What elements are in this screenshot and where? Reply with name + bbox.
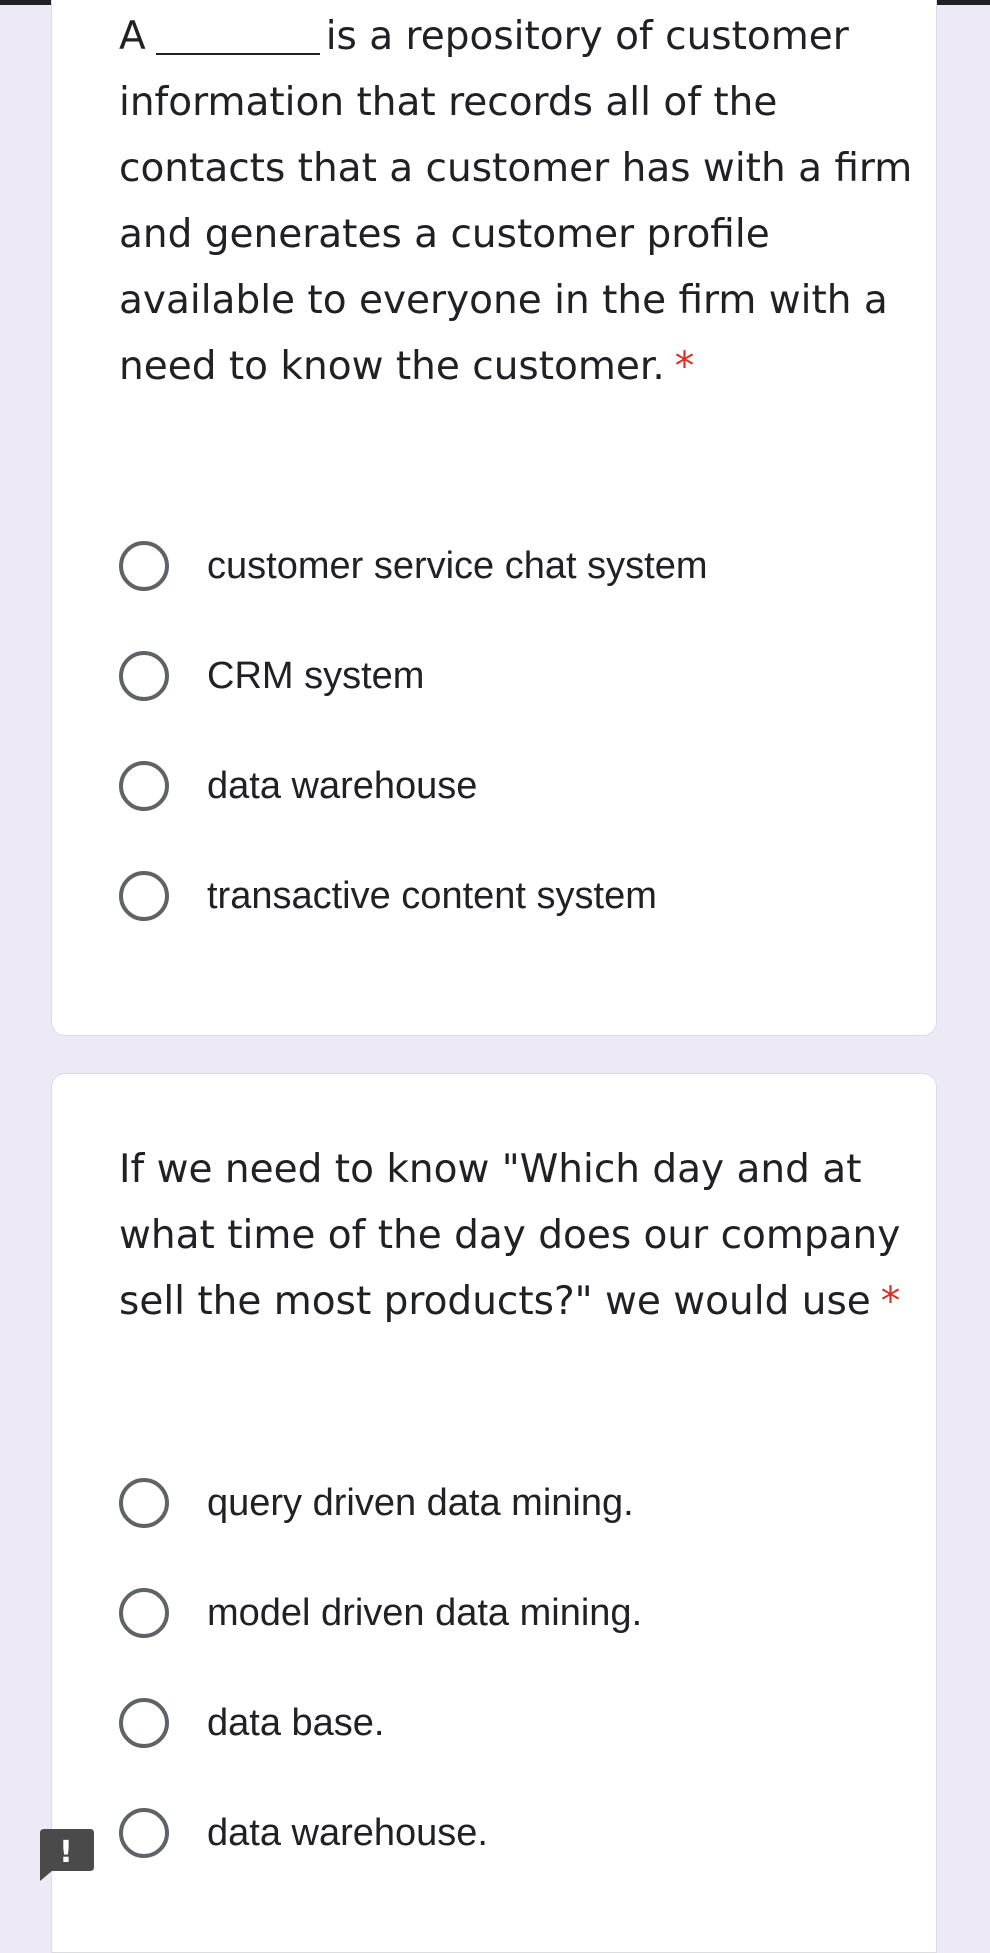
option-label[interactable]: model driven data mining. <box>207 1592 642 1635</box>
question-text: is a repository of customer information … <box>119 14 913 389</box>
option-label[interactable]: query driven data mining. <box>207 1482 634 1525</box>
radio-button[interactable] <box>119 541 169 591</box>
question-card-1: Ais a repository of customer information… <box>51 0 937 1036</box>
radio-button[interactable] <box>119 1698 169 1748</box>
radio-button[interactable] <box>119 1478 169 1528</box>
required-asterisk: * <box>674 344 695 389</box>
report-feedback-button[interactable]: ! <box>38 1829 94 1881</box>
exclamation-glyph: ! <box>59 1835 73 1870</box>
required-asterisk: * <box>880 1279 901 1324</box>
exclamation-icon: ! <box>40 1829 94 1881</box>
question-text: If we need to know "Which day and at wha… <box>119 1147 901 1324</box>
option-label[interactable]: customer service chat system <box>207 545 707 588</box>
question-card-2: If we need to know "Which day and at wha… <box>51 1073 937 1953</box>
radio-option[interactable]: customer service chat system <box>119 536 707 596</box>
radio-option[interactable]: query driven data mining. <box>119 1473 634 1533</box>
question-prefix: A <box>119 14 146 59</box>
radio-option[interactable]: data base. <box>119 1693 384 1753</box>
option-label[interactable]: data warehouse. <box>207 1812 488 1855</box>
question-title-2: If we need to know "Which day and at wha… <box>119 1137 919 1335</box>
radio-option[interactable]: CRM system <box>119 646 424 706</box>
radio-option[interactable]: data warehouse. <box>119 1803 488 1863</box>
radio-option[interactable]: model driven data mining. <box>119 1583 642 1643</box>
fill-in-blank <box>155 5 320 55</box>
radio-button[interactable] <box>119 871 169 921</box>
option-label[interactable]: data warehouse <box>207 765 477 808</box>
radio-button[interactable] <box>119 761 169 811</box>
option-label[interactable]: transactive content system <box>207 875 657 918</box>
radio-button[interactable] <box>119 1808 169 1858</box>
radio-button[interactable] <box>119 651 169 701</box>
radio-button[interactable] <box>119 1588 169 1638</box>
question-title-1: Ais a repository of customer information… <box>119 4 919 400</box>
option-label[interactable]: data base. <box>207 1702 384 1745</box>
option-label[interactable]: CRM system <box>207 655 424 698</box>
radio-option[interactable]: transactive content system <box>119 866 657 926</box>
radio-option[interactable]: data warehouse <box>119 756 477 816</box>
